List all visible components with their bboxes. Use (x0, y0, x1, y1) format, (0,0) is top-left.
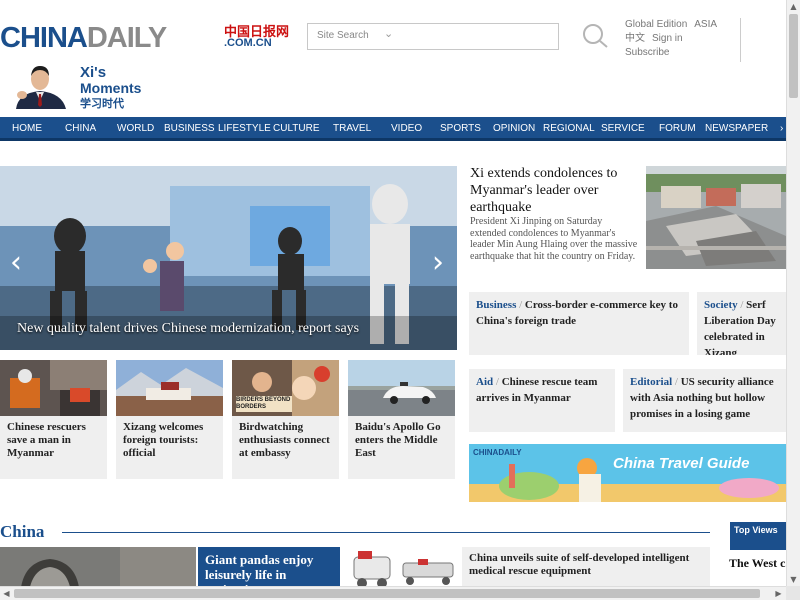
earthquake-image[interactable] (646, 166, 786, 269)
global-edition-link[interactable]: Global Edition (625, 19, 687, 30)
card-business[interactable]: Business / Cross-border e-commerce key t… (469, 292, 689, 355)
hero-next-icon[interactable]: › (428, 248, 448, 284)
thumb-story[interactable]: Chinese rescuers save a man in Myanmar (0, 360, 107, 479)
chinese-link[interactable]: 中文 (625, 33, 645, 44)
nav-video[interactable]: VIDEO (391, 123, 422, 134)
birders-overlay-text: BIRDERS BEYOND BORDERS (236, 397, 291, 410)
scroll-right-icon[interactable]: ▶ (772, 587, 785, 600)
card-tag[interactable]: Editorial (630, 376, 672, 388)
card-tag[interactable]: Society (704, 299, 738, 311)
ad-logo: CHINADAILY (473, 448, 522, 457)
chevron-down-icon[interactable]: ⌄ (384, 27, 393, 40)
top-views-label[interactable]: Top Views (730, 522, 786, 550)
nav-world[interactable]: WORLD (117, 123, 154, 134)
nav-regional[interactable]: REGIONAL (543, 123, 595, 134)
apollo-car-image (348, 360, 455, 416)
thumb-story[interactable]: Xizang welcomes foreign tourists: offici… (116, 360, 223, 479)
logo-china: CHINA (0, 22, 88, 54)
xi-moments-banner[interactable]: Xi's Moments 学习时代 (8, 58, 168, 110)
card-society[interactable]: Society / Serf Liberation Day celebrated… (697, 292, 786, 355)
xi-banner-line1: Xi's (80, 64, 107, 81)
nav-sports[interactable]: SPORTS (440, 123, 481, 134)
logo-domain: .COM.CN (224, 37, 272, 49)
thumb-title[interactable]: Xizang welcomes foreign tourists: offici… (116, 416, 223, 465)
card-headline[interactable]: Chinese rescue team arrives in Myanmar (476, 376, 597, 404)
main-nav: HOME CHINA WORLD BUSINESS LIFESTYLE CULT… (0, 117, 786, 141)
card-aid[interactable]: Aid / Chinese rescue team arrives in Mya… (469, 369, 615, 432)
horizontal-scroll-thumb[interactable] (14, 589, 760, 598)
nav-business[interactable]: BUSINESS (164, 123, 215, 134)
xi-banner-line3: 学习时代 (80, 97, 124, 110)
top-story-summary: President Xi Jinping on Saturday extende… (470, 216, 638, 262)
sign-in-link[interactable]: Sign in (652, 33, 683, 44)
vertical-scroll-thumb[interactable] (789, 14, 798, 98)
card-tag[interactable]: Business (476, 299, 516, 311)
nav-newspaper[interactable]: NEWSPAPER (705, 123, 768, 134)
nav-lifestyle[interactable]: LIFESTYLE (218, 123, 271, 134)
thumb-story[interactable]: Baidu's Apollo Go enters the Middle East (348, 360, 455, 479)
nav-service[interactable]: SERVICE (601, 123, 645, 134)
rescuers-image (0, 360, 107, 416)
scroll-up-icon[interactable]: ▲ (787, 0, 800, 13)
xi-banner-line2: Moments (80, 80, 142, 96)
header-divider (740, 18, 741, 62)
section-divider (62, 532, 710, 533)
china-travel-guide-banner[interactable]: CHINADAILY China Travel Guide (469, 444, 786, 502)
nav-china[interactable]: CHINA (65, 123, 96, 134)
card-editorial[interactable]: Editorial / US security alliance with As… (623, 369, 786, 432)
subscribe-link[interactable]: Subscribe (625, 47, 669, 58)
xizang-image (116, 360, 223, 416)
ad-title: China Travel Guide (613, 455, 750, 472)
nav-home[interactable]: HOME (12, 123, 42, 134)
logo-daily: DAILY (86, 22, 167, 54)
nav-culture[interactable]: CULTURE (273, 123, 319, 134)
thumb-title[interactable]: Baidu's Apollo Go enters the Middle East (348, 416, 455, 465)
nav-travel[interactable]: TRAVEL (333, 123, 371, 134)
nav-opinion[interactable]: OPINION (493, 123, 535, 134)
hero-slideshow[interactable]: ‹ › New quality talent drives Chinese mo… (0, 166, 457, 350)
nav-forum[interactable]: FORUM (659, 123, 696, 134)
xi-portrait-image (10, 61, 72, 109)
search-icon[interactable] (580, 23, 610, 49)
china-daily-logo[interactable]: CHINADAILY 中国日报网 .COM.CN (0, 22, 300, 54)
asia-link[interactable]: ASIA (694, 19, 717, 30)
top-views-item[interactable]: The West cannot do (729, 556, 787, 571)
search-input[interactable]: Site Search ⌄ (307, 23, 559, 50)
hero-prev-icon[interactable]: ‹ (6, 248, 26, 284)
thumb-title[interactable]: Chinese rescuers save a man in Myanmar (0, 416, 107, 465)
thumb-title[interactable]: Birdwatching enthusiasts connect at emba… (232, 416, 339, 465)
top-links: Global Edition ASIA 中文 Sign in Subscribe (625, 18, 724, 60)
thumb-story[interactable]: Birdwatching enthusiasts connect at emba… (232, 360, 339, 479)
search-placeholder: Site Search (317, 30, 369, 41)
scrollbar-corner (786, 586, 800, 600)
hero-caption[interactable]: New quality talent drives Chinese modern… (17, 321, 359, 337)
top-story-headline[interactable]: Xi extends condolences to Myanmar's lead… (470, 165, 642, 216)
scroll-down-icon[interactable]: ▼ (787, 573, 800, 586)
section-title-china[interactable]: China (0, 522, 51, 542)
horizontal-scrollbar[interactable]: ◀ ▶ (0, 586, 786, 600)
vertical-scrollbar[interactable]: ▲ ▼ (786, 0, 800, 586)
scroll-left-icon[interactable]: ◀ (0, 587, 13, 600)
nav-more-icon[interactable]: › (780, 123, 783, 134)
card-tag[interactable]: Aid (476, 376, 493, 388)
